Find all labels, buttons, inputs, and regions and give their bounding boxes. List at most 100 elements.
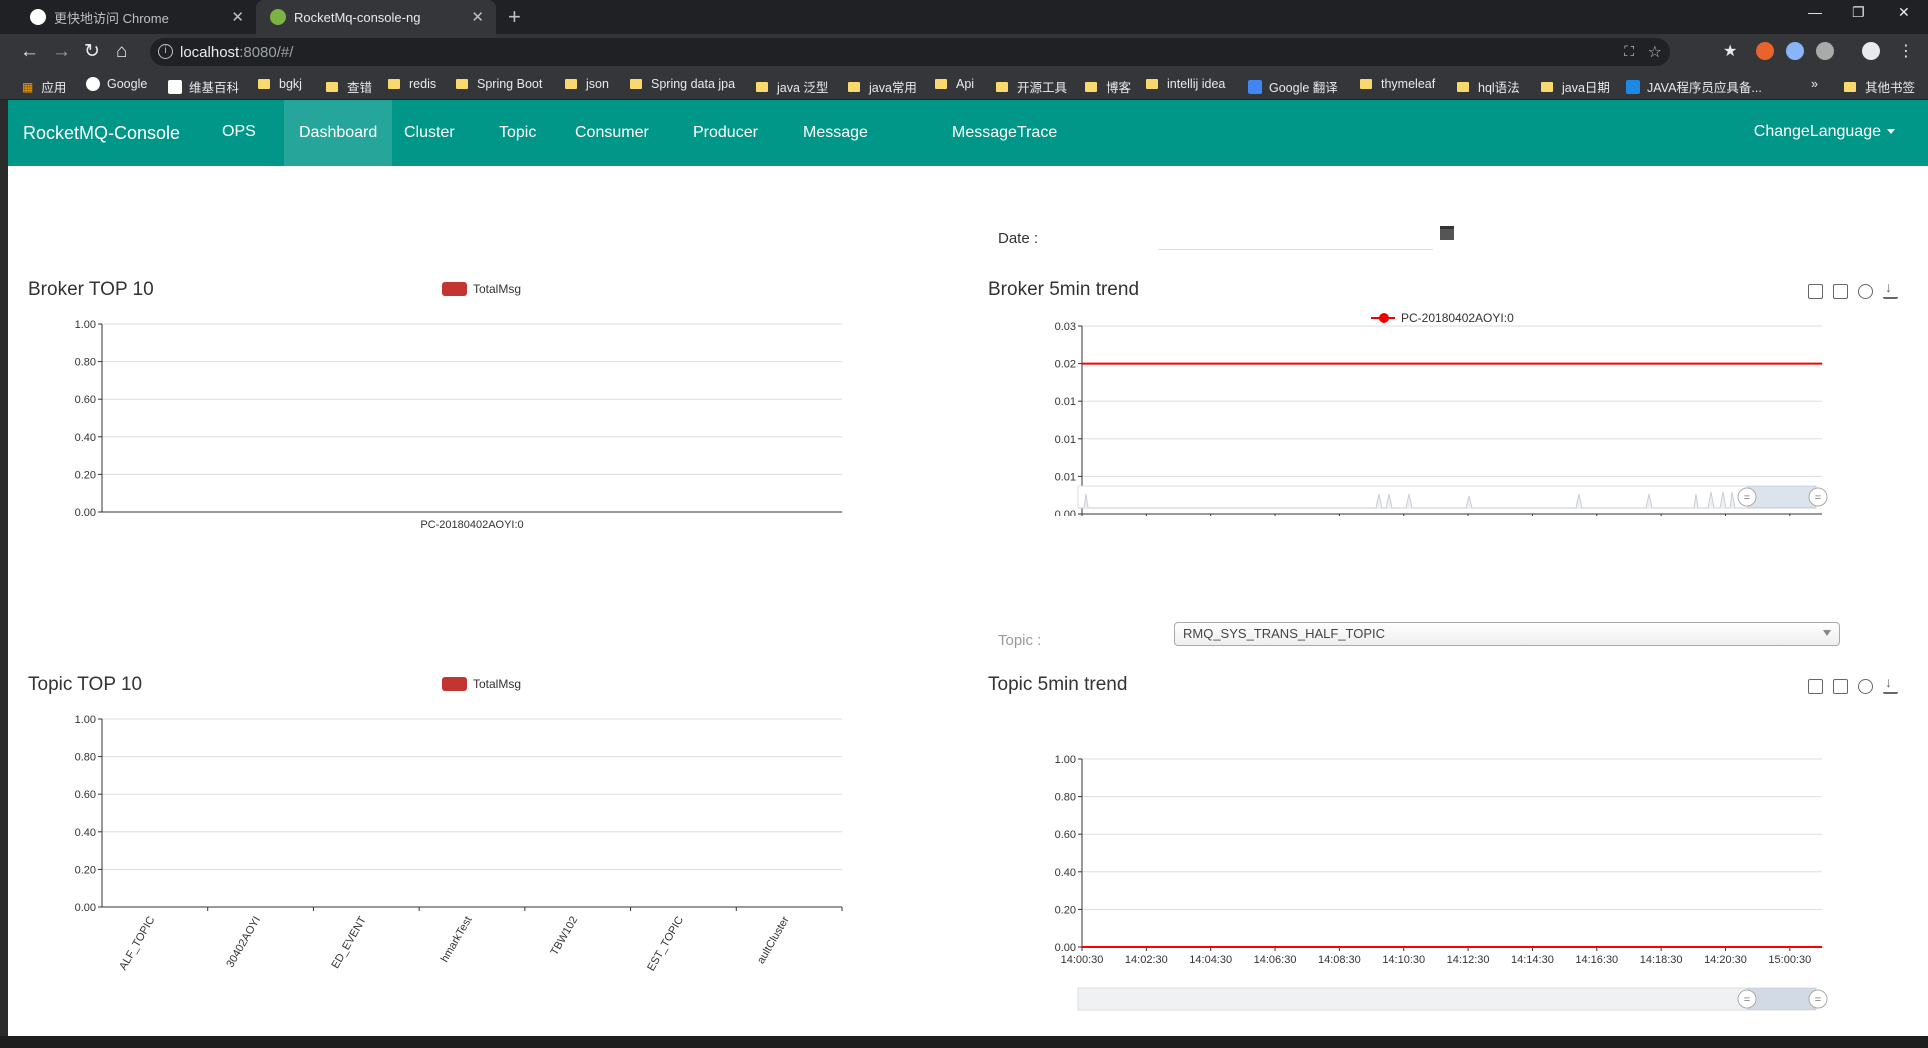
topic-top-legend[interactable]: TotalMsg — [442, 677, 521, 691]
x-tick-label: aultCluster — [755, 914, 792, 966]
data-point — [1274, 946, 1276, 948]
menu-icon[interactable]: ⋮ — [1898, 41, 1914, 63]
zoom-reset-icon[interactable] — [1833, 679, 1848, 694]
close-window-icon[interactable]: ✕ — [1898, 4, 1910, 21]
y-tick-label: 0.20 — [75, 864, 96, 876]
info-icon[interactable]: i — [158, 44, 173, 59]
bookmark-item[interactable]: intellij idea — [1146, 77, 1225, 91]
zoom-icon[interactable] — [1808, 284, 1823, 299]
folder-icon — [388, 79, 400, 89]
extension-icon[interactable] — [1786, 42, 1804, 60]
restore-icon[interactable] — [1858, 284, 1873, 299]
save-image-icon[interactable] — [1883, 279, 1898, 299]
browser-tab[interactable]: 更快地访问 Chrome ✕ — [16, 0, 256, 34]
bookmark-item[interactable]: 查错 — [326, 77, 372, 96]
browser-tab-active[interactable]: RocketMq-console-ng ✕ — [256, 0, 496, 34]
zoom-icon[interactable] — [1808, 679, 1823, 694]
folder-icon — [996, 81, 1008, 92]
x-tick-label: TBW102 — [549, 915, 581, 958]
nav-consumer[interactable]: Consumer — [560, 100, 664, 166]
bookmark-item[interactable]: java日期 — [1541, 77, 1610, 96]
profile-avatar[interactable] — [1862, 42, 1880, 60]
date-input[interactable] — [1158, 216, 1433, 250]
bookmark-item[interactable]: Google 翻译 — [1248, 77, 1338, 96]
bookmark-item[interactable]: Google — [86, 77, 147, 91]
zoom-reset-icon[interactable] — [1833, 284, 1848, 299]
nav-messagetrace[interactable]: MessageTrace — [937, 100, 1072, 166]
calendar-icon[interactable] — [1440, 226, 1454, 240]
reload-icon[interactable]: ↻ — [84, 41, 100, 63]
bookmark-item[interactable]: redis — [388, 77, 436, 91]
tab-title: RocketMq-console-ng — [294, 9, 421, 25]
topic-trend-datazoom[interactable]: = = — [1076, 986, 1836, 1016]
y-tick-label: 0.00 — [1055, 509, 1076, 516]
x-tick-label: 14:12:30 — [1447, 954, 1490, 966]
handle-grip-icon: = — [1744, 994, 1750, 1006]
nav-ops[interactable]: OPS — [222, 123, 256, 141]
broker-top-title: Broker TOP 10 — [28, 279, 154, 300]
bookmarks-bar: ▦ 应用 Google 维基百科 bgkj 查错 redis Spring Boo… — [0, 70, 1928, 100]
bookmark-item[interactable]: thymeleaf — [1360, 77, 1435, 91]
window-edge — [0, 100, 8, 1048]
bookmark-item[interactable]: java 泛型 — [756, 77, 828, 96]
forward-icon[interactable]: → — [52, 41, 71, 63]
bookmark-manager-icon[interactable]: ★ — [1723, 41, 1737, 63]
brand-logo[interactable]: RocketMQ-Console — [23, 123, 180, 144]
extension-icon[interactable] — [1756, 42, 1774, 60]
nav-topic[interactable]: Topic — [484, 100, 551, 166]
folder-icon — [326, 81, 338, 92]
bookmark-item[interactable]: Spring Boot — [456, 77, 542, 91]
restore-icon[interactable]: ❐ — [1852, 4, 1865, 21]
bookmark-item[interactable]: Spring data jpa — [630, 77, 735, 91]
caret-down-icon — [1887, 129, 1895, 135]
nav-dashboard[interactable]: Dashboard — [284, 100, 393, 166]
x-tick-label: 14:06:30 — [1254, 954, 1297, 966]
change-language-dropdown[interactable]: ChangeLanguage — [1754, 123, 1895, 141]
folder-icon — [1085, 81, 1097, 92]
data-point — [1145, 946, 1147, 948]
minimize-icon[interactable]: — — [1808, 4, 1822, 20]
tab-title: 更快地访问 Chrome — [54, 10, 169, 26]
bookmark-item[interactable]: 博客 — [1085, 77, 1131, 96]
broker-top-legend[interactable]: TotalMsg — [442, 282, 521, 296]
bookmark-item[interactable]: 开源工具 — [996, 77, 1067, 96]
bookmarks-overflow-button[interactable]: » — [1811, 77, 1818, 91]
new-tab-button[interactable]: + — [508, 4, 521, 30]
bookmark-item[interactable]: JAVA程序员应具备... — [1626, 77, 1762, 96]
nav-producer[interactable]: Producer — [678, 100, 773, 166]
bookmark-item[interactable]: java常用 — [848, 77, 917, 96]
star-icon[interactable]: ☆ — [1648, 42, 1662, 62]
bookmark-item[interactable]: hql语法 — [1457, 77, 1520, 96]
bookmark-item[interactable]: 维基百科 — [168, 77, 239, 96]
bookmark-apps[interactable]: ▦ 应用 — [22, 77, 66, 96]
nav-message[interactable]: Message — [788, 100, 883, 166]
close-tab-icon[interactable]: ✕ — [231, 8, 244, 26]
x-tick-label: EST_TOPIC — [645, 914, 686, 973]
topic-label: Topic : — [998, 632, 1042, 649]
bookmark-other[interactable]: 其他书签 — [1844, 77, 1915, 96]
y-tick-label: 0.00 — [75, 507, 96, 519]
y-tick-label: 1.00 — [75, 319, 96, 331]
y-tick-label: 0.20 — [1055, 904, 1076, 916]
folder-icon — [1146, 79, 1158, 89]
x-tick-label: 14:04:30 — [1189, 954, 1232, 966]
dashboard-content: Date : Broker TOP 10 TotalMsg 0.00 0.20 0.… — [8, 166, 1928, 1036]
bookmark-item[interactable]: json — [565, 77, 609, 91]
extension-icon[interactable] — [1816, 42, 1834, 60]
nav-cluster[interactable]: Cluster — [389, 100, 470, 166]
folder-icon — [565, 79, 577, 89]
back-icon[interactable]: ← — [20, 41, 39, 63]
bookmark-item[interactable]: bgkj — [258, 77, 302, 91]
home-icon[interactable]: ⌂ — [116, 41, 127, 63]
leaf-icon — [270, 9, 286, 25]
bookmark-item[interactable]: Api — [935, 77, 974, 91]
legend-swatch — [442, 282, 467, 296]
translate-icon[interactable]: ⛶ — [1624, 43, 1634, 60]
save-image-icon[interactable] — [1883, 674, 1898, 694]
topic-select[interactable]: RMQ_SYS_TRANS_HALF_TOPIC — [1174, 622, 1840, 646]
close-tab-icon[interactable]: ✕ — [471, 8, 484, 26]
address-bar[interactable]: i localhost:8080/#/ ⛶ ☆ — [150, 38, 1670, 66]
restore-icon[interactable] — [1858, 679, 1873, 694]
zhihu-icon — [1626, 79, 1640, 94]
broker-trend-datazoom[interactable]: = = — [1076, 484, 1836, 514]
